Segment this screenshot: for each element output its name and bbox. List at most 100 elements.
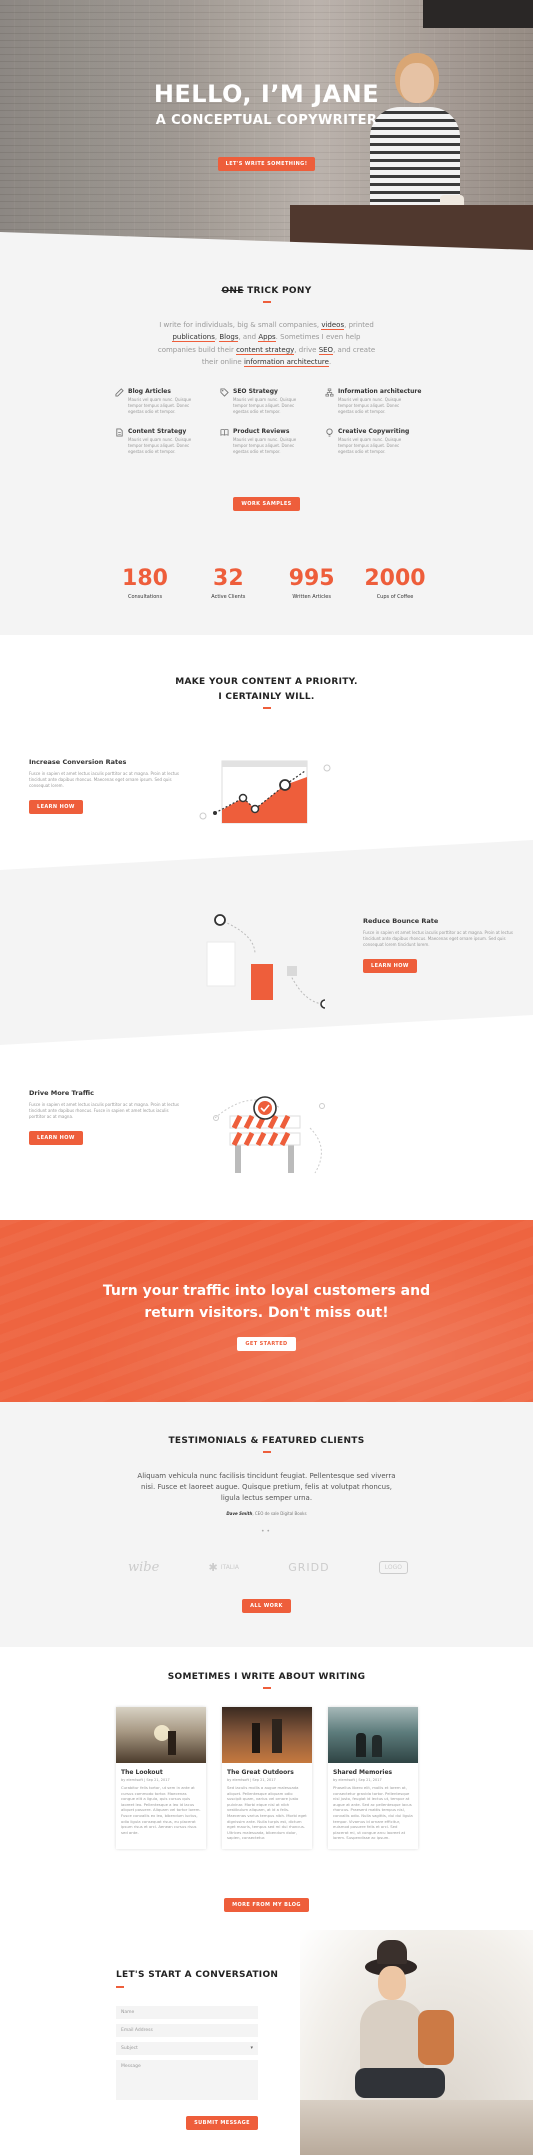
service-title: Product Reviews <box>233 428 290 435</box>
hero-photo-window <box>423 0 533 28</box>
service-item: Content Strategy Mauris vel quam nunc. Qu… <box>115 428 220 455</box>
content-strategy-link[interactable]: content strategy <box>236 345 295 355</box>
feature-text: Fusce in sapien et amet lectus iaculis p… <box>363 930 514 947</box>
stat-label: Written Articles <box>292 594 331 600</box>
blog-card-image[interactable] <box>116 1707 206 1763</box>
work-samples-button[interactable]: WORK SAMPLES <box>233 497 300 511</box>
client-logo-gridd: GRIDD <box>288 1561 330 1574</box>
bulb-icon <box>326 428 333 437</box>
contact-form: Name Email Address Subject ▾ Message SUB… <box>116 2006 258 2130</box>
service-text: Mauris vel quam nunc. Quisque tempor tem… <box>128 397 192 414</box>
blog-card[interactable]: The Lookout by elemtsoft | Sep 21, 2017 … <box>116 1707 206 1849</box>
about-section: ONE TRICK PONY I write for individuals, … <box>0 250 533 635</box>
blog-card-title[interactable]: Shared Memories <box>333 1769 413 1776</box>
get-started-button[interactable]: GET STARTED <box>237 1337 296 1351</box>
service-title: SEO Strategy <box>233 388 278 395</box>
stat-item: 32 Active Clients <box>193 566 263 600</box>
blog-card-meta: by elemtsoft | Sep 21, 2017 <box>333 1778 382 1782</box>
service-title: Creative Copywriting <box>338 428 410 435</box>
testimonial-pagination[interactable]: •• <box>0 1528 533 1535</box>
stat-number: 2000 <box>364 566 426 591</box>
edit-icon <box>115 388 124 397</box>
blog-card-image[interactable] <box>328 1707 418 1763</box>
cta-banner-section: Turn your traffic into loyal customers a… <box>0 1220 533 1402</box>
stat-label: Cups of Coffee <box>376 594 414 600</box>
service-text: Mauris vel quam nunc. Quisque tempor tem… <box>338 397 402 414</box>
client-logos: wibe ✱ ITALIA GRIDD LOGO <box>128 1560 408 1575</box>
blog-card[interactable]: Shared Memories by elemtsoft | Sep 21, 2… <box>328 1707 418 1849</box>
testimonial-author: Dave Smith, CEO de sale Digital Books <box>226 1510 307 1516</box>
client-logo-logo: LOGO <box>378 1561 408 1574</box>
subject-select[interactable]: Subject ▾ <box>116 2042 258 2055</box>
blog-posts: The Lookout by elemtsoft | Sep 21, 2017 … <box>116 1707 418 1849</box>
title-dash <box>262 707 271 709</box>
seo-link[interactable]: SEO <box>318 345 334 355</box>
stat-label: Consultations <box>127 594 163 600</box>
blog-card-excerpt: Curabitur felis tortor, ut sem in ante a… <box>121 1785 201 1835</box>
stat-item: 180 Consultations <box>110 566 180 600</box>
service-text: Mauris vel quam nunc. Quisque tempor tem… <box>338 437 402 454</box>
blog-card-excerpt: Phasellus libero elit, mollis et lorem a… <box>333 1785 413 1841</box>
feature-title: Increase Conversion Rates <box>29 758 127 766</box>
service-item: Creative Copywriting Mauris vel quam nunc… <box>325 428 430 455</box>
chevron-down-icon: ▾ <box>250 2045 253 2051</box>
name-field[interactable]: Name <box>116 2006 258 2019</box>
service-item: Information architecture Mauris vel quam … <box>325 388 430 415</box>
videos-link[interactable]: videos <box>321 320 345 330</box>
service-item: Product Reviews Mauris vel quam nunc. Qui… <box>220 428 325 455</box>
client-logo-wibe: wibe <box>128 1560 160 1575</box>
blog-card-meta: by elemtsoft | Sep 21, 2017 <box>227 1778 276 1782</box>
feature-title: Drive More Traffic <box>29 1089 94 1097</box>
blog-card-title[interactable]: The Great Outdoors <box>227 1769 307 1776</box>
priority-section: MAKE YOUR CONTENT A PRIORITY. I CERTAINL… <box>0 635 533 870</box>
traffic-section: Drive More Traffic Fusce in sapien et am… <box>0 1045 533 1220</box>
more-from-blog-button[interactable]: MORE FROM MY BLOG <box>224 1898 309 1912</box>
service-title: Content Strategy <box>128 428 187 435</box>
hero-subtitle: A CONCEPTUAL COPYWRITER <box>155 113 378 128</box>
roadblock-illustration <box>213 1096 325 1174</box>
title-dash <box>262 301 271 303</box>
stat-number: 180 <box>122 566 168 591</box>
message-textarea[interactable]: Message <box>116 2060 258 2100</box>
blogs-link[interactable]: Blogs <box>219 333 239 342</box>
services-grid: Blog Articles Mauris vel quam nunc. Quisq… <box>115 388 425 455</box>
title-dash <box>262 1687 271 1689</box>
conversion-chart-illustration <box>199 760 331 824</box>
service-item: Blog Articles Mauris vel quam nunc. Quisq… <box>115 388 220 415</box>
testimonial-quote: Aliquam vehicula nunc facilisis tincidun… <box>137 1471 396 1502</box>
feature-block-traffic: Drive More Traffic Fusce in sapien et am… <box>29 1089 179 1145</box>
email-field[interactable]: Email Address <box>116 2024 258 2037</box>
stats-row: 180 Consultations 32 Active Clients 995 … <box>110 566 430 600</box>
blog-card[interactable]: The Great Outdoors by elemtsoft | Sep 21… <box>222 1707 312 1849</box>
apps-link[interactable]: Apps <box>258 333 276 342</box>
information-architecture-link[interactable]: information architecture <box>243 358 329 367</box>
section-slant-divider <box>0 1015 533 1045</box>
service-title: Blog Articles <box>128 388 171 395</box>
contact-section: LET'S START A CONVERSATION Name Email Ad… <box>0 1930 533 2155</box>
hero-cta-button[interactable]: LET'S WRITE SOMETHING! <box>217 157 316 171</box>
testimonials-section: TESTIMONIALS & FEATURED CLIENTS Aliquam … <box>0 1402 533 1647</box>
stat-number: 995 <box>288 566 335 591</box>
submit-message-button[interactable]: SUBMIT MESSAGE <box>186 2116 258 2130</box>
hero-slant-divider <box>0 232 533 250</box>
feature-text: Fusce in sapien et amet lectus iaculis p… <box>29 1102 180 1119</box>
publications-link[interactable]: publications <box>172 333 215 342</box>
priority-title-line2: I CERTAINLY WILL. <box>218 692 315 702</box>
learn-how-button[interactable]: LEARN HOW <box>363 959 417 973</box>
book-icon <box>220 428 229 436</box>
stat-label: Active Clients <box>211 594 246 600</box>
section-slant-divider <box>0 840 533 870</box>
blog-card-meta: by elemtsoft | Sep 21, 2017 <box>121 1778 170 1782</box>
blog-card-title[interactable]: The Lookout <box>121 1769 201 1776</box>
document-icon <box>116 428 123 437</box>
blog-card-image[interactable] <box>222 1707 312 1763</box>
blog-section: SOMETIMES I WRITE ABOUT WRITING The Look… <box>0 1647 533 1930</box>
testimonials-title: TESTIMONIALS & FEATURED CLIENTS <box>168 1436 365 1446</box>
about-title: ONE TRICK PONY <box>221 286 312 296</box>
client-logo-italia: ✱ ITALIA <box>208 1561 240 1574</box>
stat-item: 2000 Cups of Coffee <box>360 566 430 600</box>
learn-how-button[interactable]: LEARN HOW <box>29 1131 83 1145</box>
all-work-button[interactable]: ALL WORK <box>242 1599 291 1613</box>
feature-block-bounce: Reduce Bounce Rate Fusce in sapien et am… <box>363 917 513 973</box>
learn-how-button[interactable]: LEARN HOW <box>29 800 83 814</box>
